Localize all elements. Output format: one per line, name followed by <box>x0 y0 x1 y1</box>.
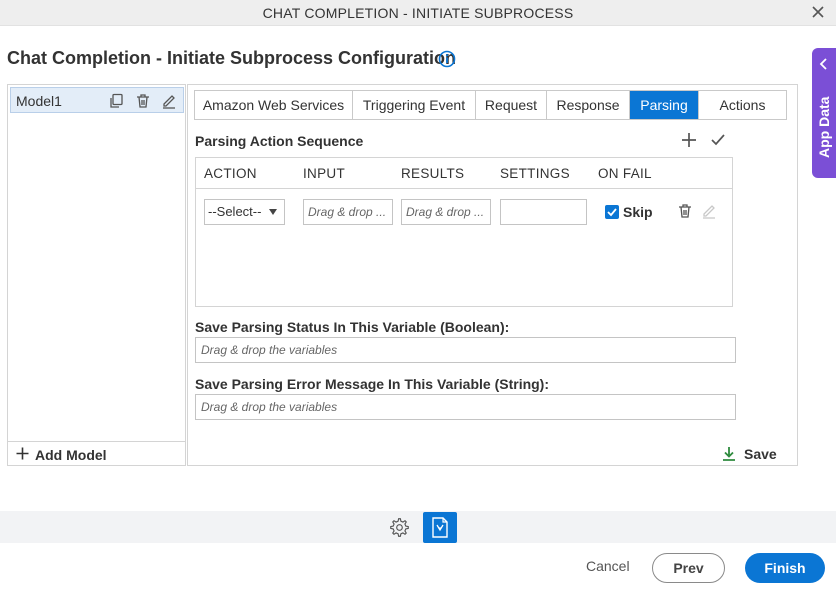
save-label: Save <box>744 446 777 462</box>
tab-request[interactable]: Request <box>476 91 547 119</box>
title-bar: CHAT COMPLETION - INITIATE SUBPROCESS <box>0 0 836 26</box>
parsing-status-label: Save Parsing Status In This Variable (Bo… <box>195 319 510 335</box>
column-header-action: ACTION <box>204 166 257 181</box>
tab-bar: Amazon Web Services Triggering Event Req… <box>194 90 787 120</box>
on-fail-skip-checkbox[interactable] <box>605 205 619 219</box>
app-data-label: App Data <box>816 96 832 158</box>
document-icon <box>432 517 448 538</box>
tab-parsing[interactable]: Parsing <box>630 91 699 119</box>
parsing-sequence-label: Parsing Action Sequence <box>195 133 364 149</box>
tab-response[interactable]: Response <box>547 91 630 119</box>
tab-triggering-event[interactable]: Triggering Event <box>353 91 476 119</box>
checkmark-icon <box>607 208 617 217</box>
add-model-button[interactable]: Add Model <box>8 441 185 465</box>
page-title: Chat Completion - Initiate Subprocess Co… <box>7 48 457 68</box>
model-item[interactable]: Model1 <box>10 87 184 113</box>
plus-icon <box>16 447 29 460</box>
action-select[interactable]: --Select-- <box>204 199 285 225</box>
dropdown-arrow-icon <box>269 209 277 215</box>
finish-button[interactable]: Finish <box>745 553 825 583</box>
model-name: Model1 <box>16 93 62 109</box>
action-select-value: --Select-- <box>208 204 262 219</box>
close-icon[interactable] <box>810 4 826 20</box>
edit-icon <box>703 205 715 219</box>
window-title: CHAT COMPLETION - INITIATE SUBPROCESS <box>262 5 574 21</box>
save-button[interactable]: Save <box>722 446 782 462</box>
trash-icon[interactable] <box>677 203 693 219</box>
add-icon[interactable] <box>681 132 697 148</box>
grid-header: ACTION INPUT RESULTS SETTINGS ON FAIL <box>196 158 732 189</box>
tab-amazon-web-services[interactable]: Amazon Web Services <box>195 91 353 119</box>
app-data-tab[interactable]: App Data <box>812 48 836 178</box>
results-drop-field[interactable]: Drag & drop ... <box>401 199 491 225</box>
column-header-results: RESULTS <box>401 166 465 181</box>
config-panel: Amazon Web Services Triggering Event Req… <box>187 84 798 466</box>
copy-icon[interactable] <box>108 93 124 109</box>
cancel-button[interactable]: Cancel <box>586 558 630 574</box>
check-icon[interactable] <box>710 132 726 148</box>
gear-icon[interactable] <box>389 517 410 538</box>
parsing-action-grid: ACTION INPUT RESULTS SETTINGS ON FAIL --… <box>195 157 733 307</box>
edit-icon[interactable] <box>161 93 177 109</box>
settings-field[interactable] <box>500 199 587 225</box>
parsing-error-field[interactable]: Drag & drop the variables <box>195 394 736 420</box>
info-icon[interactable] <box>438 50 456 68</box>
column-header-input: INPUT <box>303 166 345 181</box>
models-panel: Model1 Add Model <box>7 84 186 466</box>
tab-actions[interactable]: Actions <box>699 91 786 119</box>
document-button[interactable] <box>423 512 457 543</box>
skip-label: Skip <box>623 204 653 220</box>
add-model-label: Add Model <box>35 447 107 463</box>
chevron-left-icon <box>819 58 827 70</box>
column-header-on-fail: ON FAIL <box>598 166 652 181</box>
parsing-error-label: Save Parsing Error Message In This Varia… <box>195 376 550 392</box>
prev-button[interactable]: Prev <box>652 553 725 583</box>
download-icon <box>723 447 735 461</box>
footer-toolbar <box>0 511 836 543</box>
trash-icon[interactable] <box>135 93 151 109</box>
column-header-settings: SETTINGS <box>500 166 570 181</box>
parsing-status-field[interactable]: Drag & drop the variables <box>195 337 736 363</box>
input-drop-field[interactable]: Drag & drop ... <box>303 199 393 225</box>
